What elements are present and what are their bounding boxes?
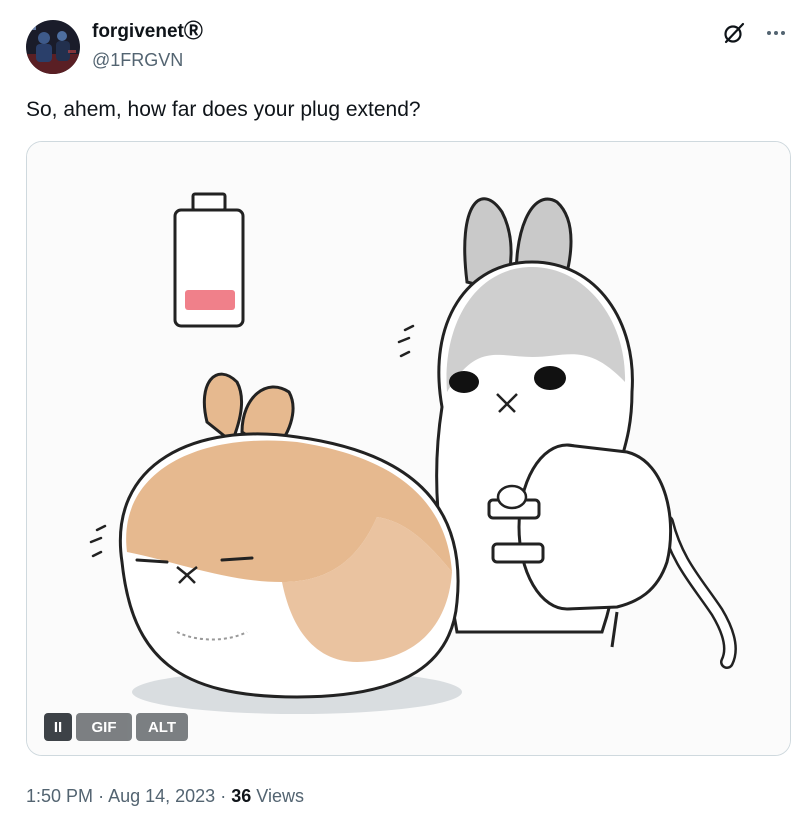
more-icon[interactable] — [763, 20, 789, 46]
gif-badge: GIF — [76, 713, 132, 741]
views-label: Views — [256, 786, 304, 806]
separator: · — [220, 786, 227, 806]
views-count: 36 — [231, 786, 252, 806]
separator: · — [98, 786, 105, 806]
pause-button[interactable]: II — [44, 713, 72, 741]
header-actions — [721, 20, 789, 46]
alt-button[interactable]: ALT — [136, 713, 188, 741]
tweet-meta: 1:50 PM · Aug 14, 2023 · 36 Views — [26, 784, 304, 808]
author-names: forgivenetⓇ @1FRGVN — [92, 20, 203, 72]
display-name[interactable]: forgivenetⓇ — [92, 20, 203, 44]
avatar[interactable] — [26, 20, 80, 74]
gif-media[interactable]: II GIF ALT — [26, 141, 791, 756]
bunnies-plug-illustration — [27, 142, 790, 755]
tweet: forgivenetⓇ @1FRGVN So, ahem, how far do… — [0, 0, 811, 813]
grok-icon[interactable] — [721, 20, 747, 46]
battery-icon — [173, 192, 245, 328]
media-controls: II GIF ALT — [44, 713, 188, 741]
pause-icon: II — [53, 718, 63, 736]
tweet-text: So, ahem, how far does your plug extend? — [26, 98, 421, 121]
tweet-date[interactable]: Aug 14, 2023 — [108, 786, 215, 806]
tweet-time[interactable]: 1:50 PM — [26, 786, 93, 806]
avatar-image — [26, 20, 80, 74]
author-handle[interactable]: @1FRGVN — [92, 48, 203, 72]
